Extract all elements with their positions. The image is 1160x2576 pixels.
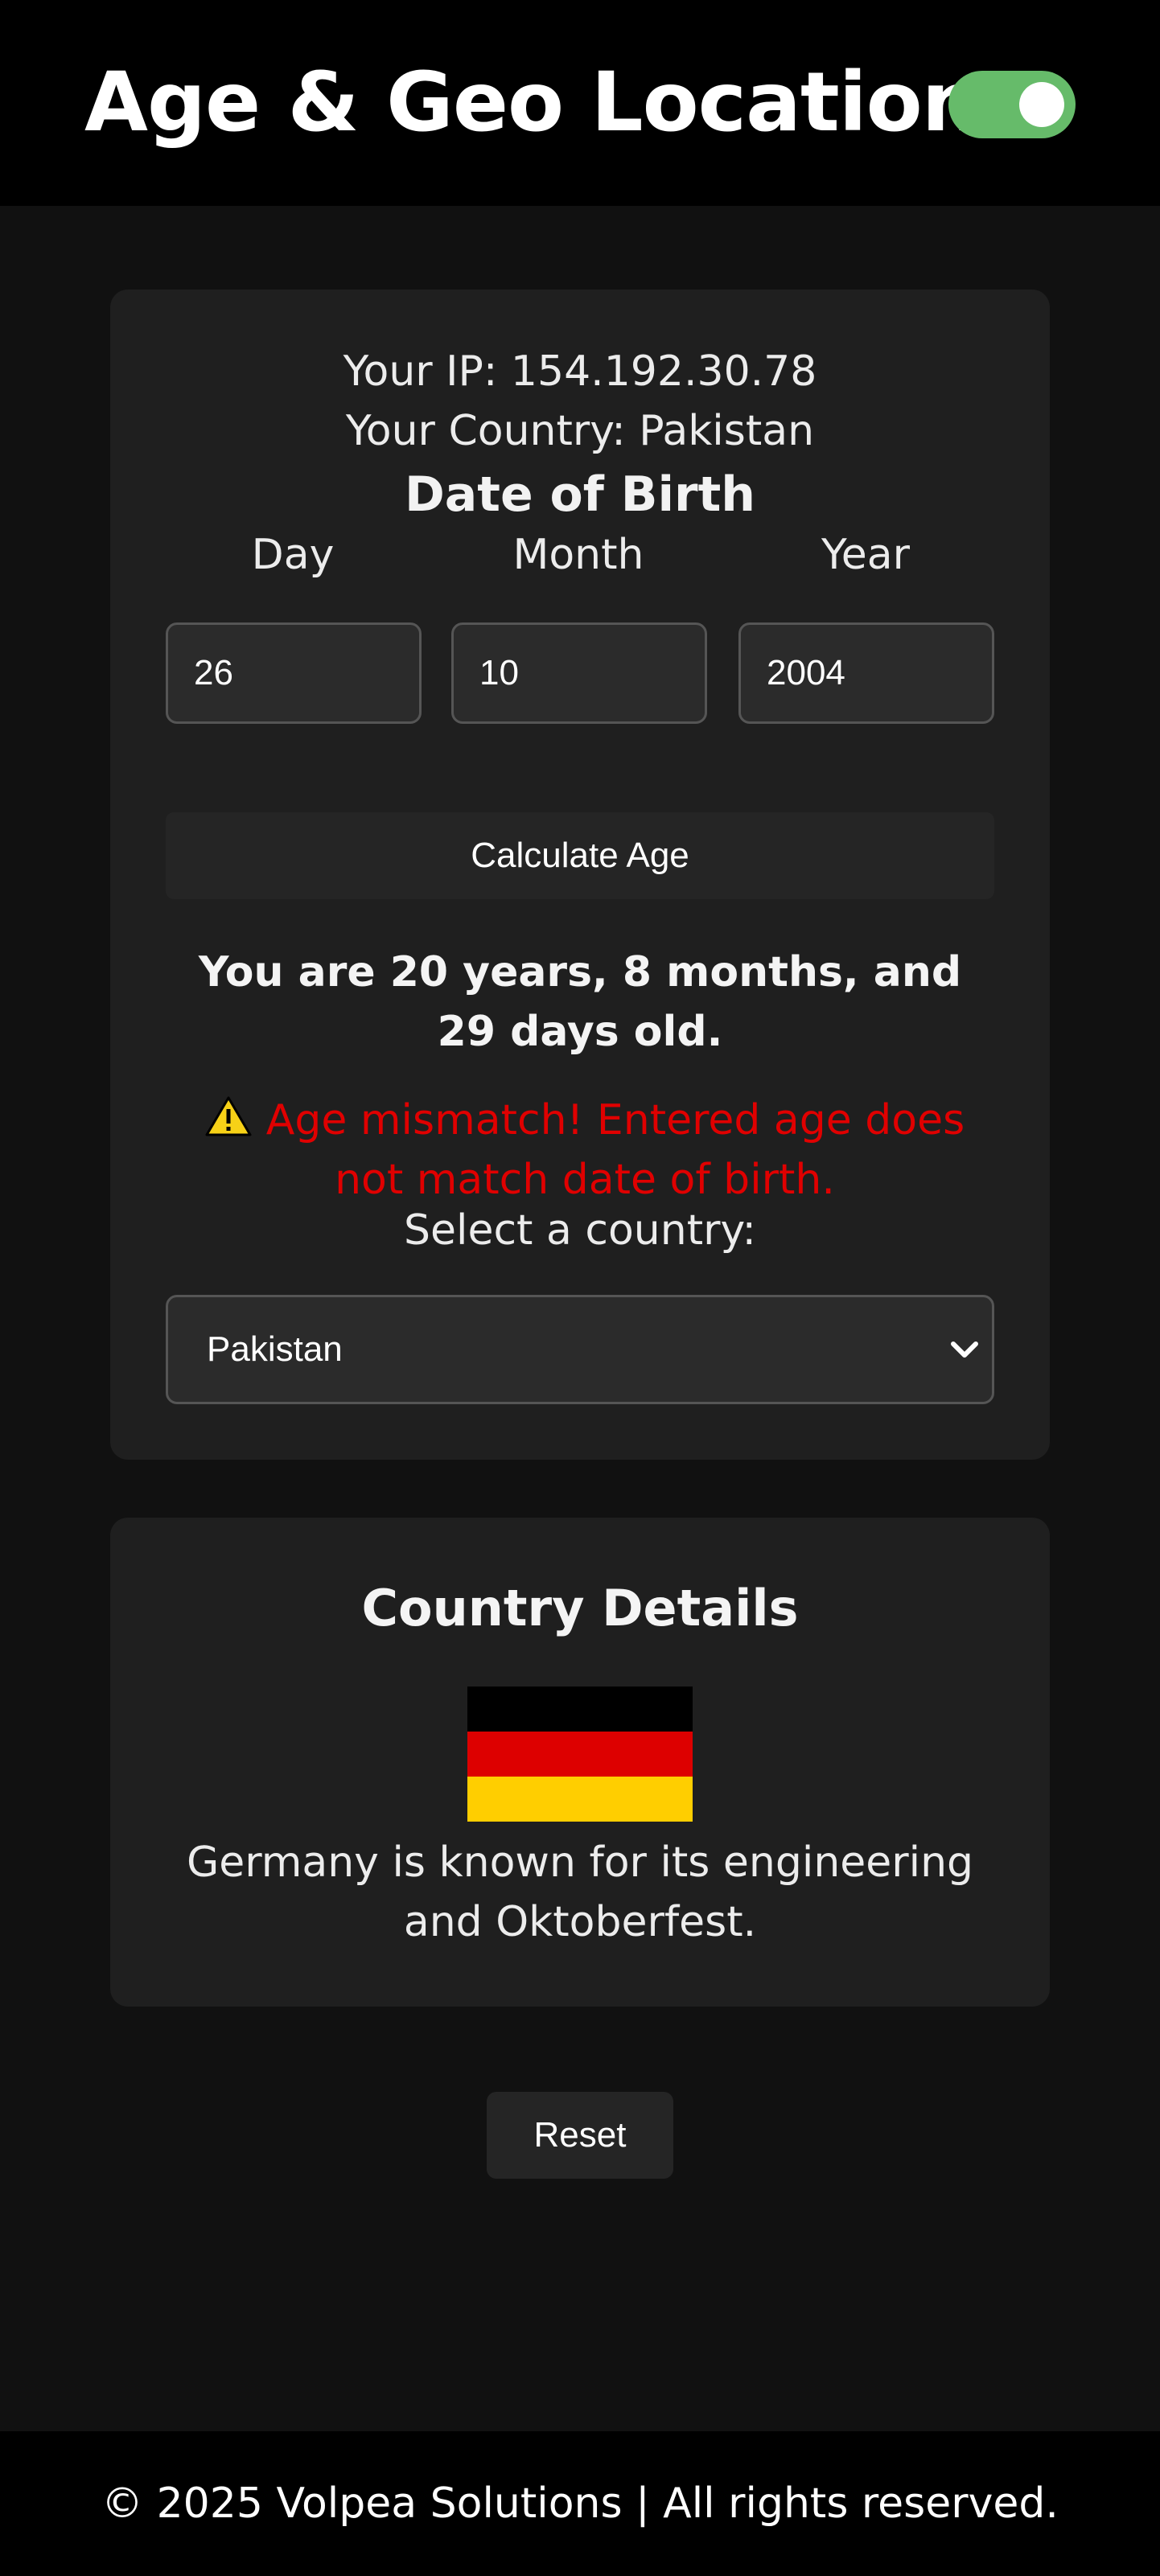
year-input[interactable]: 2004 <box>738 622 994 724</box>
germany-flag-icon <box>467 1687 693 1822</box>
age-result-text: You are 20 years, 8 months, and 29 days … <box>198 948 962 1056</box>
footer: © 2025 Volpea Solutions | All rights res… <box>0 2431 1160 2576</box>
app-title: Age & Geo Location <box>84 55 980 150</box>
country-details-title: Country Details <box>361 1579 799 1637</box>
page: Age & Geo Location Your IP: 154.192.30.7… <box>0 0 1160 2576</box>
month-input[interactable]: 10 <box>451 622 707 724</box>
warning-icon <box>205 1096 252 1136</box>
day-label: Day <box>251 531 335 579</box>
country-select[interactable]: Pakistan <box>166 1295 994 1404</box>
age-mismatch-warning: Age mismatch! Entered age does not match… <box>175 1091 995 1210</box>
flag-stripe-red <box>467 1732 693 1777</box>
ip-address-text: Your IP: 154.192.30.78 <box>343 347 817 396</box>
flag-stripe-gold <box>467 1777 693 1822</box>
footer-copyright: © 2025 Volpea Solutions | All rights res… <box>101 2479 1059 2528</box>
country-description: Germany is known for its engineering and… <box>186 1839 974 1946</box>
theme-toggle[interactable] <box>948 71 1076 138</box>
reset-button[interactable]: Reset <box>487 2092 673 2179</box>
country-select-value: Pakistan <box>207 1329 343 1369</box>
select-country-label: Select a country: <box>404 1206 756 1255</box>
toggle-knob <box>1019 82 1064 127</box>
day-input[interactable]: 26 <box>166 622 422 724</box>
age-geo-card: Your IP: 154.192.30.78 Your Country: Pak… <box>110 290 1050 1460</box>
year-label: Year <box>821 531 911 579</box>
calculate-age-button[interactable]: Calculate Age <box>166 812 994 899</box>
country-details-card: Country Details Germany is known for its… <box>110 1518 1050 2007</box>
detected-country-text: Your Country: Pakistan <box>345 407 815 455</box>
dob-title: Date of Birth <box>404 466 756 523</box>
warning-text: Age mismatch! Entered age does not match… <box>265 1096 965 1204</box>
flag-stripe-black <box>467 1687 693 1732</box>
chevron-down-icon <box>951 1341 978 1358</box>
month-label: Month <box>512 531 644 579</box>
header: Age & Geo Location <box>0 0 1160 206</box>
